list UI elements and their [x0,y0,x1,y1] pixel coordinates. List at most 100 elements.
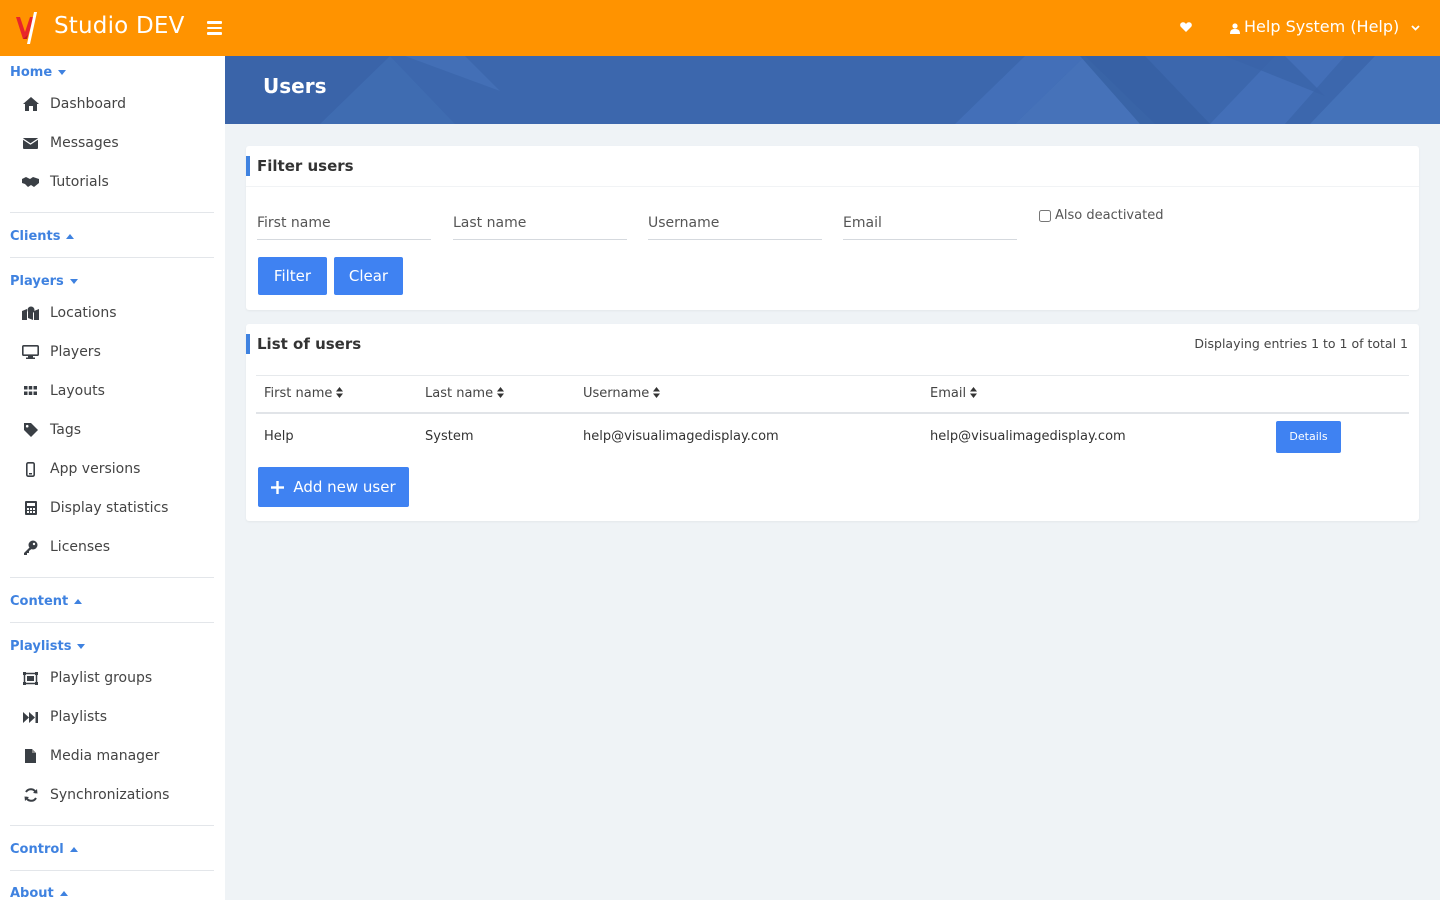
sidebar-item-locations[interactable]: Locations [22,305,117,321]
column-header-last-name[interactable]: Last name [417,375,575,414]
first-name-input[interactable] [257,209,431,237]
grid-icon [22,384,39,399]
sidebar-item-tags[interactable]: Tags [22,422,81,438]
card-divider [246,186,1419,187]
handshake-icon [22,175,39,190]
sidebar-divider [10,577,214,578]
fast-forward-icon [22,710,39,725]
sidebar-divider [10,825,214,826]
caret-up-icon [59,891,68,896]
sidebar-section-clients[interactable]: Clients [10,229,75,244]
sidebar-item-players[interactable]: Players [22,344,101,360]
sidebar: Home Dashboard Messages Tutorials Client… [0,56,225,900]
column-header-username[interactable]: Username [575,375,922,414]
sidebar-item-display-statistics[interactable]: Display statistics [22,500,168,516]
column-header-first-name[interactable]: First name [256,375,417,414]
also-deactivated-option[interactable]: Also deactivated [1039,208,1163,223]
sort-icon [970,387,978,399]
object-group-icon [22,671,39,686]
sidebar-item-dashboard[interactable]: Dashboard [22,96,126,112]
sidebar-item-playlist-groups[interactable]: Playlist groups [22,670,152,686]
column-header-actions [1268,375,1409,414]
key-icon [22,540,39,555]
cell-first-name: Help [264,429,294,444]
heart-icon[interactable] [1180,21,1192,33]
desktop-icon [22,345,39,360]
sidebar-item-synchronizations[interactable]: Synchronizations [22,787,169,803]
last-name-field [453,209,627,240]
banner-pattern [225,56,1440,124]
details-button[interactable]: Details [1276,420,1341,453]
sort-icon [336,387,344,399]
map-marker-icon [22,306,39,321]
column-header-email[interactable]: Email [922,375,1268,414]
sidebar-section-control[interactable]: Control [10,842,78,857]
sidebar-section-players[interactable]: Players [10,274,78,289]
filter-card: Filter users Also deactivated Filter Cle… [246,146,1419,310]
user-menu-label: Help System (Help) [1244,17,1400,36]
sidebar-section-playlists[interactable]: Playlists [10,639,86,654]
sidebar-divider [10,257,214,258]
plus-icon [271,480,285,494]
username-input[interactable] [648,209,822,237]
caret-up-icon [66,234,75,239]
caret-down-icon [69,279,78,284]
top-bar: Studio DEV Help System (Help) [0,0,1440,56]
caret-up-icon [69,847,78,852]
mobile-icon [22,461,39,477]
cell-actions: Details [1268,413,1409,460]
sidebar-item-messages[interactable]: Messages [22,135,119,151]
email-field [843,209,1017,240]
chevron-down-icon [1411,25,1420,31]
sidebar-item-playlists[interactable]: Playlists [22,709,107,725]
sidebar-item-licenses[interactable]: Licenses [22,539,110,555]
users-table: First name Last name Username Email Help… [256,375,1409,460]
sort-icon [653,387,661,399]
username-field [648,209,822,240]
page-banner: Users [225,56,1440,124]
logo-icon [16,12,37,44]
envelope-icon [22,136,39,151]
table-row: Help System help@visualimagedisplay.com … [256,413,1409,460]
page-title: Users [263,74,327,98]
caret-up-icon [74,599,83,604]
add-new-user-button[interactable]: Add new user [258,467,409,507]
sidebar-item-tutorials[interactable]: Tutorials [22,174,109,190]
list-card-title: List of users [246,334,361,354]
cell-username: help@visualimagedisplay.com [583,429,779,444]
cell-last-name: System [425,429,474,444]
app-title: Studio DEV [54,13,185,39]
sidebar-item-media-manager[interactable]: Media manager [22,748,159,764]
sidebar-divider [10,622,214,623]
sidebar-item-layouts[interactable]: Layouts [22,383,105,399]
clear-button[interactable]: Clear [334,257,403,295]
menu-toggle-icon[interactable] [207,21,222,35]
first-name-field [257,209,431,240]
also-deactivated-label: Also deactivated [1055,208,1164,223]
home-icon [22,97,39,112]
filter-card-title: Filter users [246,156,354,176]
users-list-card: List of users Displaying entries 1 to 1 … [246,324,1419,521]
sidebar-section-content[interactable]: Content [10,594,83,609]
sort-icon [497,387,505,399]
sidebar-divider [10,212,214,213]
caret-down-icon [77,644,86,649]
last-name-input[interactable] [453,209,627,237]
filter-button[interactable]: Filter [258,257,327,295]
cell-email: help@visualimagedisplay.com [930,429,1126,444]
caret-down-icon [58,70,67,75]
calculator-icon [22,501,39,516]
table-header-row: First name Last name Username Email [256,375,1409,414]
also-deactivated-checkbox[interactable] [1039,209,1051,222]
email-input[interactable] [843,209,1017,237]
sidebar-divider [10,870,214,871]
sync-icon [22,788,39,803]
sidebar-item-app-versions[interactable]: App versions [22,461,140,477]
sidebar-section-home[interactable]: Home [10,65,67,80]
user-menu[interactable]: Help System (Help) [1230,17,1420,36]
entries-count: Displaying entries 1 to 1 of total 1 [1194,336,1408,351]
file-icon [22,749,39,764]
user-icon [1230,22,1240,34]
sidebar-section-about[interactable]: About [10,886,68,900]
tag-icon [22,423,39,438]
